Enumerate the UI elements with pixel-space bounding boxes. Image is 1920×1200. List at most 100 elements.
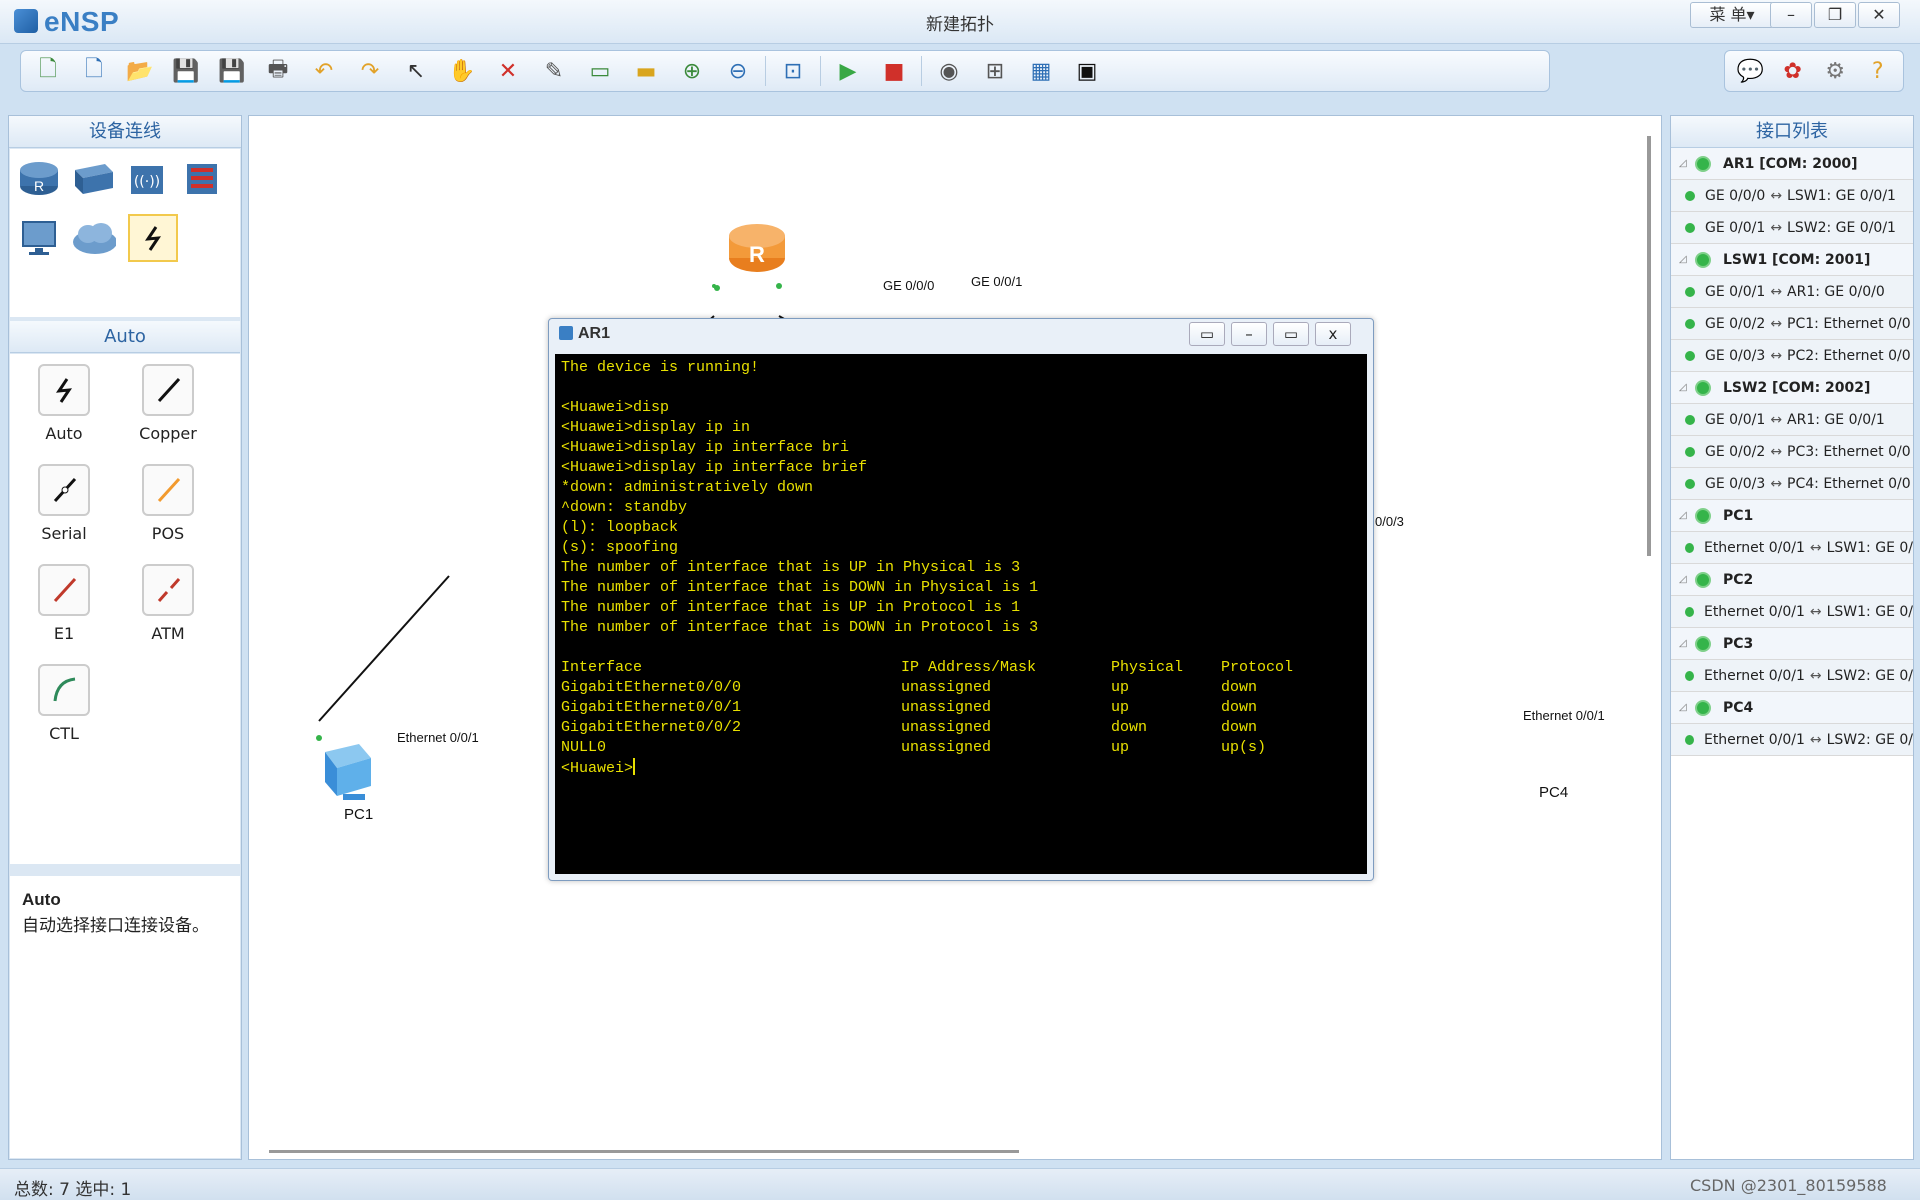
canvas-horizontal-scrollbar[interactable] [269,1150,1019,1153]
local-interface: GE 0/0/1 [1705,219,1766,236]
interface-device-row[interactable]: ◿ LSW1 [COM: 2001] [1671,244,1913,276]
new-topology-button[interactable]: 🗋 [29,54,67,88]
interface-device-row[interactable]: ◿ PC4 [1671,692,1913,724]
wireless-category-icon[interactable]: ((·)) [124,157,170,199]
interface-link-row[interactable]: GE 0/0/0 ↔ LSW1: GE 0/0/1 [1671,180,1913,212]
text-button[interactable]: ▭ [581,54,619,88]
close-button[interactable]: ✕ [1858,2,1900,28]
print-button[interactable]: 🖶 [259,54,297,88]
link-arrow-icon: ↔ [1770,411,1783,428]
screenshot-button[interactable]: ▣ [1068,54,1106,88]
interface-device-row[interactable]: ◿ PC1 [1671,500,1913,532]
terminal-maximize-button[interactable]: ▭ [1273,322,1309,346]
collapse-triangle-icon[interactable]: ◿ [1671,382,1689,393]
new-example-button[interactable]: 🗋 [75,54,113,88]
terminal-hide-button[interactable]: ▭ [1189,322,1225,346]
connection-ctl[interactable]: CTL [14,664,114,743]
interface-link-row[interactable]: GE 0/0/3 ↔ PC2: Ethernet 0/0 [1671,340,1913,372]
zoom-in-button[interactable]: ⊕ [673,54,711,88]
interface-link-row[interactable]: GE 0/0/3 ↔ PC4: Ethernet 0/0 [1671,468,1913,500]
terminal-prompt[interactable]: <Huawei> [561,758,1361,778]
interface-link-row[interactable]: GE 0/0/1 ↔ AR1: GE 0/0/1 [1671,404,1913,436]
remote-interface: PC1: Ethernet 0/0 [1787,315,1911,332]
collapse-triangle-icon[interactable]: ◿ [1671,510,1689,521]
terminal-minimize-button[interactable]: – [1231,322,1267,346]
interface-link-row[interactable]: GE 0/0/2 ↔ PC1: Ethernet 0/0 [1671,308,1913,340]
pan-button[interactable]: ✋ [443,54,481,88]
collapse-triangle-icon[interactable]: ◿ [1671,158,1689,169]
undo-button[interactable]: ↶ [305,54,343,88]
help-button[interactable]: ? [1861,54,1896,88]
connection-category-icon[interactable] [128,214,178,262]
router-category-icon[interactable]: R [16,157,62,199]
router-ar1-icon[interactable]: R [725,216,789,280]
message-button[interactable]: 💬 [1733,54,1768,88]
connection-auto[interactable]: Auto [14,364,114,443]
terminal-line: (l): loopback [561,519,679,536]
start-all-button[interactable]: ▶ [829,54,867,88]
firewall-category-icon[interactable] [178,157,224,199]
delete-button[interactable]: ✕ [489,54,527,88]
canvas-vertical-scrollbar[interactable] [1647,136,1651,556]
interface-link-row[interactable]: Ethernet 0/0/1 ↔ LSW1: GE 0/ [1671,532,1913,564]
connection-serial[interactable]: Serial [14,464,114,543]
link-pc1-lsw1[interactable] [318,575,450,722]
terminal-line: <Huawei>disp [561,399,670,416]
connection-atm[interactable]: ATM [118,564,218,643]
terminal-console[interactable]: The device is running! <Huawei>disp <Huawe… [555,354,1367,874]
zoom-out-button[interactable]: ⊖ [719,54,757,88]
terminal-title: AR1 [559,325,610,343]
link-up-icon [1685,222,1695,233]
menu-button[interactable]: 菜 单▾ [1690,2,1774,28]
connection-copper[interactable]: Copper [118,364,218,443]
terminal-close-button[interactable]: x [1315,322,1351,346]
collapse-triangle-icon[interactable]: ◿ [1671,702,1689,713]
rectangle-button[interactable]: ▬ [627,54,665,88]
collapse-triangle-icon[interactable]: ◿ [1671,638,1689,649]
pc-category-icon[interactable] [16,217,62,259]
fit-button[interactable]: ⊡ [774,54,812,88]
save-button[interactable]: 💾 [167,54,205,88]
terminal-line: <Huawei>display ip interface bri [561,439,850,456]
interface-link-row[interactable]: GE 0/0/1 ↔ AR1: GE 0/0/0 [1671,276,1913,308]
connection-e1[interactable]: E1 [14,564,114,643]
interface-link-row[interactable]: Ethernet 0/0/1 ↔ LSW2: GE 0/ [1671,724,1913,756]
interface-device-row[interactable]: ◿ AR1 [COM: 2000] [1671,148,1913,180]
delete-link-button[interactable]: ✎ [535,54,573,88]
select-button[interactable]: ↖ [397,54,435,88]
terminal-line: <Huawei>display ip in [561,419,751,436]
interface-device-label: LSW2 [COM: 2002] [1723,379,1871,396]
save-as-button[interactable]: 💾 [213,54,251,88]
interface-link-row[interactable]: Ethernet 0/0/1 ↔ LSW2: GE 0/ [1671,660,1913,692]
restore-button[interactable]: ❐ [1814,2,1856,28]
terminal-window: AR1 ▭ – ▭ x The device is running! <Huawe… [548,318,1374,881]
select-icon: ↖ [406,58,426,84]
link-arrow-icon: ↔ [1809,667,1822,684]
remote-interface: LSW1: GE 0/ [1826,603,1913,620]
stop-all-button[interactable]: ■ [875,54,913,88]
switch-category-icon[interactable] [70,157,116,199]
collapse-triangle-icon[interactable]: ◿ [1671,574,1689,585]
local-interface: GE 0/0/3 [1705,347,1766,364]
interface-device-row[interactable]: ◿ LSW2 [COM: 2002] [1671,372,1913,404]
help-box: Auto 自动选择接口连接设备。 [10,876,240,1158]
topology-button[interactable]: ⊞ [976,54,1014,88]
interface-link-row[interactable]: Ethernet 0/0/1 ↔ LSW1: GE 0/ [1671,596,1913,628]
connection-pos[interactable]: POS [118,464,218,543]
pc1-icon[interactable] [319,738,389,812]
huawei-button[interactable]: ✿ [1776,54,1811,88]
collapse-triangle-icon[interactable]: ◿ [1671,254,1689,265]
terminal-table-row: GigabitEthernet0/0/0 unassigned up down [561,678,1361,698]
interface-device-row[interactable]: ◿ PC2 [1671,564,1913,596]
settings-button[interactable]: ⚙ [1818,54,1853,88]
grid-button[interactable]: ▦ [1022,54,1060,88]
interface-link-row[interactable]: GE 0/0/1 ↔ LSW2: GE 0/0/1 [1671,212,1913,244]
open-button[interactable]: 📂 [121,54,159,88]
minimize-button[interactable]: – [1770,2,1812,28]
interface-link-row[interactable]: GE 0/0/2 ↔ PC3: Ethernet 0/0 [1671,436,1913,468]
interface-device-row[interactable]: ◿ PC3 [1671,628,1913,660]
capture-button[interactable]: ◉ [930,54,968,88]
redo-button[interactable]: ↷ [351,54,389,88]
local-interface: Ethernet 0/0/1 [1703,731,1805,748]
cloud-category-icon[interactable] [70,217,116,259]
